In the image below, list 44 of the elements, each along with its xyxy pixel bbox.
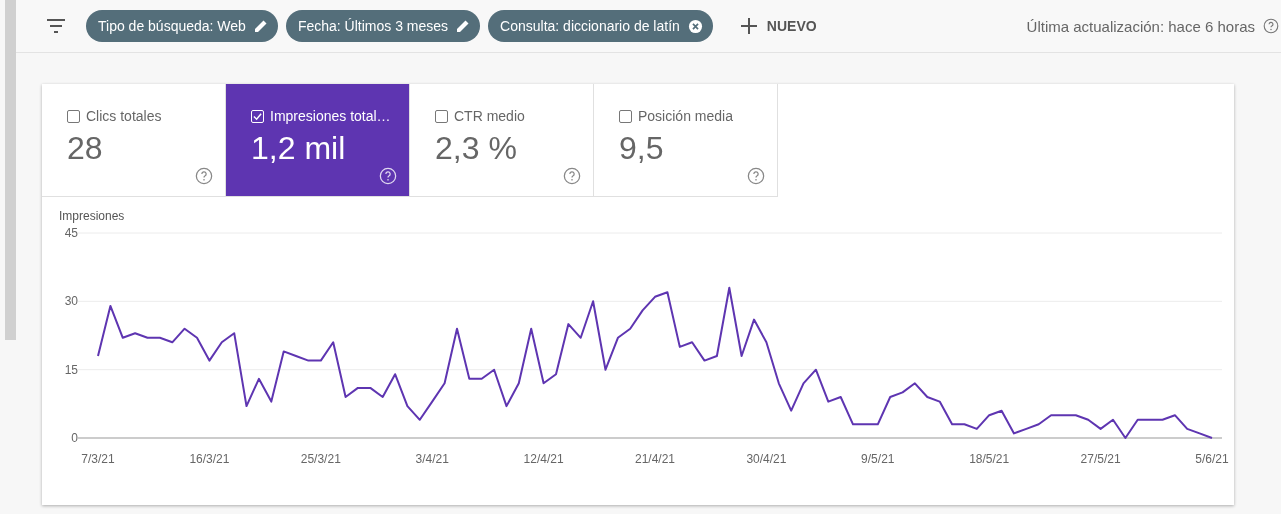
axis-tick-label: 9/5/21 bbox=[861, 452, 895, 466]
axis-tick-label: 5/6/21 bbox=[1195, 452, 1229, 466]
metric-tile[interactable]: Clics totales 28 bbox=[42, 84, 226, 197]
filter-chip[interactable]: Tipo de búsqueda: Web bbox=[86, 10, 278, 42]
last-update-text: Última actualización: hace 6 horas bbox=[1026, 17, 1255, 35]
metric-label: Impresiones total… bbox=[270, 108, 391, 124]
axis-tick-label: 27/5/21 bbox=[1080, 452, 1121, 466]
axis-tick-label: 45 bbox=[64, 226, 78, 240]
checkbox[interactable] bbox=[435, 109, 448, 123]
axis-tick-label: 16/3/21 bbox=[189, 452, 230, 466]
axis-tick-label: 0 bbox=[71, 431, 78, 445]
metric-value: 28 bbox=[67, 130, 104, 167]
axis-tick-label: 15 bbox=[64, 362, 78, 377]
pencil-icon[interactable] bbox=[456, 19, 471, 33]
help-icon[interactable] bbox=[195, 167, 213, 185]
filter-chip[interactable]: Consulta: diccionario de latín bbox=[488, 10, 713, 42]
axis-tick-label: 12/4/21 bbox=[523, 452, 564, 466]
axis-tick-label: 30/4/21 bbox=[746, 452, 787, 466]
pencil-icon[interactable] bbox=[253, 19, 268, 33]
axis-tick-label: 18/5/21 bbox=[969, 452, 1010, 466]
close-icon[interactable] bbox=[687, 18, 703, 34]
axis-title: Impresiones bbox=[59, 209, 125, 223]
plus-icon bbox=[740, 18, 757, 34]
help-icon[interactable] bbox=[747, 167, 765, 185]
metric-value: 1,2 mil bbox=[251, 130, 347, 167]
metric-tile[interactable]: CTR medio 2,3 % bbox=[410, 84, 594, 197]
help-icon[interactable] bbox=[1263, 18, 1279, 34]
metric-tile[interactable]: Posición media 9,5 bbox=[594, 84, 778, 197]
metric-label: Clics totales bbox=[86, 108, 162, 124]
metric-label: CTR medio bbox=[454, 108, 525, 124]
scrollbar[interactable] bbox=[5, 0, 16, 340]
new-filter-button[interactable]: NUEVO bbox=[734, 17, 823, 35]
filter-chip[interactable]: Fecha: Últimos 3 meses bbox=[285, 10, 481, 42]
axis-tick-label: 7/3/21 bbox=[81, 452, 115, 466]
checkbox[interactable] bbox=[67, 109, 80, 123]
axis-tick-label: 30 bbox=[64, 294, 78, 309]
metric-label: Posición media bbox=[638, 108, 733, 124]
axis-tick-label: 3/4/21 bbox=[415, 452, 449, 466]
checkbox[interactable] bbox=[619, 109, 632, 123]
metric-value: 9,5 bbox=[619, 130, 665, 167]
metric-value: 2,3 % bbox=[435, 130, 518, 167]
axis-tick-label: 21/4/21 bbox=[635, 452, 675, 466]
help-icon[interactable] bbox=[563, 167, 581, 185]
axis-tick-label: 25/3/21 bbox=[300, 452, 341, 466]
